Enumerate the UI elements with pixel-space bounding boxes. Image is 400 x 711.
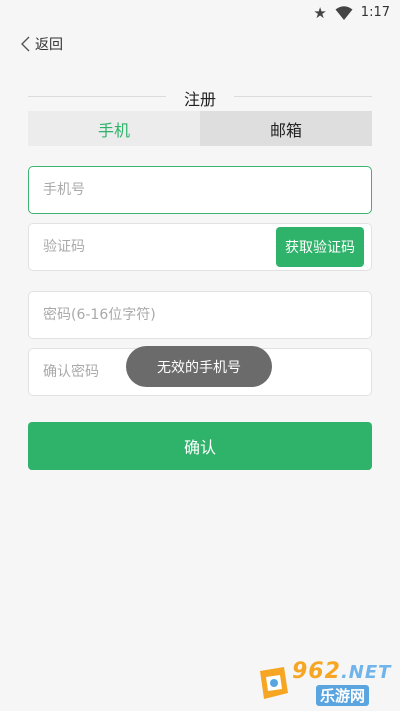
password-field: [28, 291, 372, 339]
register-screen: ★ 1:17 返回 注册 手机 邮箱 获取验证码 确认 无效的手机号: [0, 0, 400, 711]
game-controller-icon: [260, 667, 288, 699]
password-input[interactable]: [43, 292, 283, 338]
title-row: 注册: [28, 84, 372, 109]
get-code-button[interactable]: 获取验证码: [276, 227, 364, 267]
watermark-main: 962.NET: [292, 659, 391, 684]
tab-phone[interactable]: 手机: [28, 111, 200, 146]
toast-message: 无效的手机号: [126, 346, 272, 387]
watermark-sub: 乐游网: [316, 685, 370, 706]
wifi-icon: [335, 6, 353, 20]
register-tabs: 手机 邮箱: [28, 111, 372, 146]
code-field: 获取验证码: [28, 223, 372, 271]
phone-input[interactable]: [43, 167, 283, 213]
watermark-logo: 962.NET 乐游网: [254, 659, 394, 707]
back-label: 返回: [35, 37, 63, 53]
status-time: 1:17: [360, 5, 390, 20]
status-icons: ★ 1:17: [313, 4, 390, 22]
page-title: 注册: [183, 90, 216, 109]
back-button[interactable]: 返回: [20, 33, 63, 55]
watermark-net: .NET: [340, 662, 392, 683]
divider-right: [234, 96, 372, 97]
chevron-left-icon: [21, 36, 30, 52]
confirm-button[interactable]: 确认: [28, 422, 372, 470]
watermark-number: 962: [292, 659, 341, 684]
tab-email[interactable]: 邮箱: [200, 111, 372, 146]
status-bar: ★ 1:17: [0, 0, 400, 26]
phone-field: [28, 166, 372, 214]
star-icon: ★: [313, 4, 327, 22]
code-input[interactable]: [43, 224, 283, 270]
